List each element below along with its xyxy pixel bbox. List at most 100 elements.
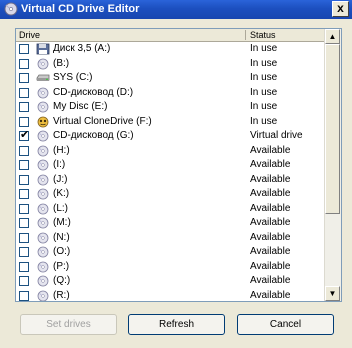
drive-checkbox[interactable] bbox=[19, 232, 29, 243]
drive-status: In use bbox=[250, 101, 278, 112]
table-row[interactable]: Диск 3,5 (A:) In use bbox=[16, 42, 325, 57]
cd-drive-icon bbox=[36, 174, 50, 186]
virtual-cd-drive-editor-window: Virtual CD Drive Editor x Drive Status Д… bbox=[0, 0, 352, 348]
cd-drive-icon bbox=[36, 159, 50, 171]
table-row[interactable]: (I:) Available bbox=[16, 158, 325, 173]
drive-status: Available bbox=[250, 246, 291, 257]
cd-drive-icon bbox=[36, 145, 50, 157]
table-row[interactable]: (B:) In use bbox=[16, 57, 325, 72]
table-row[interactable]: Virtual CloneDrive (F:) In use bbox=[16, 115, 325, 130]
table-row[interactable]: (L:) Available bbox=[16, 202, 325, 217]
drive-status: Available bbox=[250, 173, 291, 185]
arrow-up-icon: ▲ bbox=[328, 32, 337, 41]
drive-name: (R:) bbox=[53, 289, 70, 301]
cd-drive-icon bbox=[36, 101, 50, 113]
drive-checkbox[interactable] bbox=[19, 145, 29, 156]
drive-status: Available bbox=[250, 217, 291, 228]
drive-name: CD-дисковод (G:) bbox=[53, 130, 134, 141]
drive-list[interactable]: Drive Status Диск 3,5 (A:) In use (B:) In u… bbox=[15, 28, 342, 302]
cd-drive-icon bbox=[36, 203, 50, 215]
drive-name: Диск 3,5 (A:) bbox=[53, 43, 111, 54]
drive-checkbox[interactable] bbox=[19, 44, 29, 54]
table-row[interactable]: SYS (C:) In use bbox=[16, 71, 325, 86]
table-row[interactable]: My Disc (E:) In use bbox=[16, 100, 325, 115]
scroll-up-button[interactable]: ▲ bbox=[325, 29, 340, 44]
table-row[interactable]: (K:) Available bbox=[16, 187, 325, 202]
close-icon: x bbox=[337, 1, 344, 15]
drive-checkbox[interactable] bbox=[19, 189, 29, 199]
table-row[interactable]: (N:) Available bbox=[16, 231, 325, 246]
table-row[interactable]: (M:) Available bbox=[16, 216, 325, 231]
drive-status: In use bbox=[250, 115, 278, 127]
cd-drive-icon bbox=[36, 261, 50, 273]
cd-drive-icon bbox=[36, 232, 50, 244]
drive-status: Available bbox=[250, 144, 291, 156]
cd-drive-icon bbox=[36, 246, 50, 258]
list-header: Drive Status bbox=[16, 29, 325, 42]
drive-checkbox[interactable] bbox=[19, 218, 29, 228]
floppy-icon bbox=[36, 43, 50, 55]
drive-checkbox[interactable] bbox=[19, 116, 29, 127]
drive-name: My Disc (E:) bbox=[53, 101, 108, 112]
cd-drive-icon bbox=[36, 188, 50, 200]
drive-checkbox[interactable] bbox=[19, 73, 29, 83]
drive-checkbox[interactable] bbox=[19, 102, 29, 112]
drive-status: In use bbox=[250, 57, 278, 69]
drive-status: Available bbox=[250, 260, 291, 272]
window-title: Virtual CD Drive Editor bbox=[21, 3, 140, 15]
drive-checkbox[interactable] bbox=[19, 290, 29, 301]
table-row[interactable]: (P:) Available bbox=[16, 260, 325, 275]
drive-status: Available bbox=[250, 289, 291, 301]
table-row[interactable]: ✔ CD-дисковод (G:) Virtual drive bbox=[16, 129, 325, 144]
drive-name: (K:) bbox=[53, 188, 70, 199]
table-row[interactable]: CD-дисковод (D:) In use bbox=[16, 86, 325, 101]
cancel-button[interactable]: Cancel bbox=[237, 314, 334, 335]
table-row[interactable]: (R:) Available bbox=[16, 289, 325, 302]
cd-drive-icon bbox=[36, 290, 50, 302]
scroll-thumb[interactable] bbox=[325, 44, 340, 214]
drive-checkbox[interactable] bbox=[19, 87, 29, 98]
drive-name: (L:) bbox=[53, 202, 68, 214]
drive-name: (M:) bbox=[53, 217, 71, 228]
cd-drive-icon bbox=[36, 130, 50, 142]
drive-name: (N:) bbox=[53, 231, 70, 243]
vertical-scrollbar[interactable]: ▲ ▼ bbox=[324, 29, 341, 301]
clonedrive-icon bbox=[36, 116, 50, 128]
scroll-down-button[interactable]: ▼ bbox=[325, 286, 340, 301]
checkmark-icon: ✔ bbox=[20, 129, 30, 141]
drive-status: Available bbox=[250, 231, 291, 243]
drive-name: (H:) bbox=[53, 144, 70, 156]
arrow-down-icon: ▼ bbox=[328, 289, 337, 298]
title-bar[interactable]: Virtual CD Drive Editor x bbox=[0, 0, 352, 19]
cd-drive-icon bbox=[36, 87, 50, 99]
drive-checkbox[interactable] bbox=[19, 261, 29, 272]
set-drives-button[interactable]: Set drives bbox=[20, 314, 117, 335]
table-row[interactable]: (O:) Available bbox=[16, 245, 325, 260]
drive-status: Available bbox=[250, 202, 291, 214]
drive-status: Available bbox=[250, 159, 291, 170]
hard-disk-icon bbox=[36, 72, 50, 84]
table-row[interactable]: (J:) Available bbox=[16, 173, 325, 188]
cd-drive-icon bbox=[36, 58, 50, 70]
drive-checkbox[interactable]: ✔ bbox=[19, 129, 30, 141]
drive-name: (O:) bbox=[53, 246, 71, 257]
cd-app-icon bbox=[4, 2, 18, 16]
refresh-button[interactable]: Refresh bbox=[128, 314, 225, 335]
drive-rows: Диск 3,5 (A:) In use (B:) In use SYS (C:) In … bbox=[16, 42, 325, 302]
column-header-drive[interactable]: Drive bbox=[19, 29, 40, 41]
drive-name: (J:) bbox=[53, 173, 68, 185]
drive-name: (B:) bbox=[53, 57, 70, 69]
drive-checkbox[interactable] bbox=[19, 247, 29, 257]
drive-checkbox[interactable] bbox=[19, 203, 29, 214]
drive-status: Available bbox=[250, 188, 291, 199]
close-button[interactable]: x bbox=[332, 1, 349, 17]
table-row[interactable]: (H:) Available bbox=[16, 144, 325, 159]
drive-checkbox[interactable] bbox=[19, 174, 29, 185]
drive-checkbox[interactable] bbox=[19, 160, 29, 170]
column-header-status[interactable]: Status bbox=[250, 29, 276, 41]
cd-drive-icon bbox=[36, 217, 50, 229]
drive-checkbox[interactable] bbox=[19, 58, 29, 69]
drive-checkbox[interactable] bbox=[19, 276, 29, 286]
column-separator[interactable] bbox=[245, 30, 246, 40]
table-row[interactable]: (Q:) Available bbox=[16, 274, 325, 289]
